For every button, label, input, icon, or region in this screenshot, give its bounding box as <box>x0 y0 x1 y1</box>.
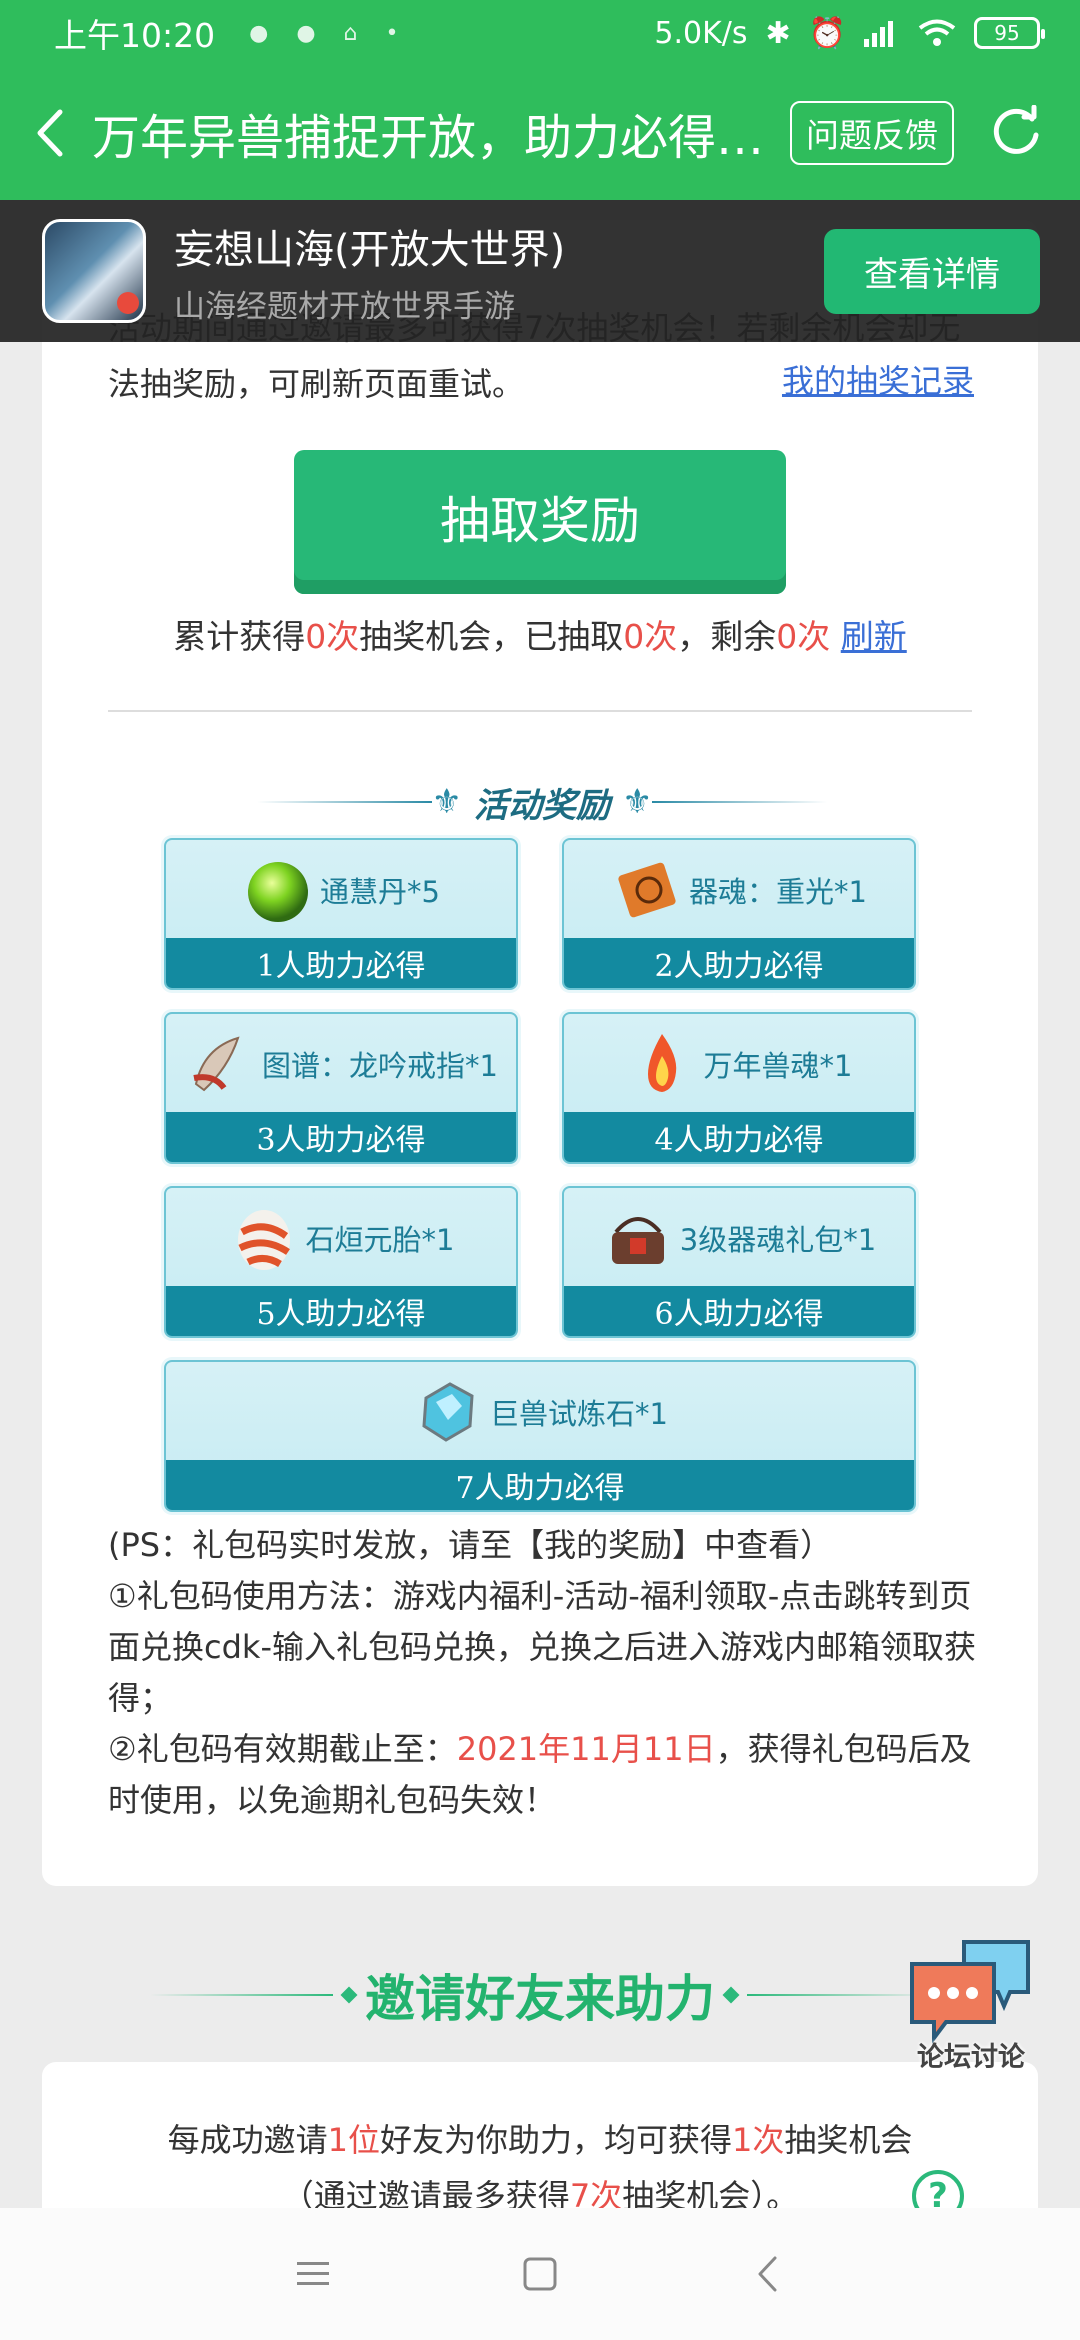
lottery-stats: 累计获得0次抽奖机会，已抽取0次，剩余0次 刷新 <box>42 610 1038 658</box>
flame-soul-icon <box>647 1034 676 1092</box>
signal-icon <box>864 21 893 47</box>
draw-reward-button[interactable]: 抽取奖励 <box>294 450 786 594</box>
ornament-icon: ⚜ <box>622 782 653 822</box>
reward-name: 巨兽试炼石*1 <box>490 1397 668 1431</box>
nav-back-icon[interactable] <box>737 2244 797 2304</box>
refresh-link[interactable]: 刷新 <box>841 617 907 656</box>
stats-text: ，剩余 <box>677 617 777 656</box>
blueprint-icon <box>193 1036 240 1092</box>
divider <box>747 1994 930 1996</box>
scroll-icon <box>618 862 676 918</box>
reward-item: 巨兽试炼石*1 7人助力必得 <box>164 1360 916 1512</box>
alarm-icon: ⏰ <box>808 15 846 51</box>
reward-name: 图谱：龙吟戒指*1 <box>262 1049 498 1083</box>
clock: 上午10:20 <box>54 16 216 55</box>
app-banner: 妄想山海(开放大世界) 山海经题材开放世界手游 查看详情 <box>0 200 1080 342</box>
reward-name: 万年兽魂*1 <box>703 1049 853 1083</box>
remaining-count: 0次 <box>776 617 831 656</box>
page-title: 万年异兽捕捉开放，助力必得… <box>92 110 765 166</box>
menu-icon[interactable] <box>283 2244 343 2304</box>
system-nav-bar <box>0 2208 1080 2340</box>
forum-label: 论坛讨论 <box>917 2042 1025 2073</box>
battery-icon: 95 <box>974 17 1045 49</box>
reward-item: 通慧丹*5 1人助力必得 <box>164 838 518 990</box>
reward-condition: 3人助力必得 <box>166 1112 516 1162</box>
ps-line: ①礼包码使用方法：游戏内福利-活动-福利领取-点击跳转到页面兑换cdk-输入礼包… <box>108 1577 976 1717</box>
reward-item: 器魂：重光*1 2人助力必得 <box>562 838 916 990</box>
reward-condition: 7人助力必得 <box>166 1460 914 1510</box>
invite-reward-count: 1次 <box>732 2121 785 2159</box>
app-name: 妄想山海(开放大世界) <box>174 226 566 273</box>
reward-title: 活动奖励 <box>474 785 610 826</box>
feedback-button[interactable]: 问题反馈 <box>790 101 954 165</box>
notification-icon: ● <box>296 20 316 46</box>
diamond-icon <box>340 1986 358 2004</box>
reward-item: 图谱：龙吟戒指*1 3人助力必得 <box>164 1012 518 1164</box>
reward-condition: 2人助力必得 <box>564 938 914 988</box>
reward-condition: 6人助力必得 <box>564 1286 914 1336</box>
ps-text: ②礼包码有效期截止至： <box>108 1730 457 1768</box>
striped-egg-icon <box>237 1210 290 1270</box>
reward-item: 石烜元胎*1 5人助力必得 <box>164 1186 518 1338</box>
reward-section-header: ⚜ 活动奖励 ⚜ <box>257 772 827 832</box>
expiry-date: 2021年11月11日 <box>456 1730 716 1768</box>
reward-item: 3级器魂礼包*1 6人助力必得 <box>562 1186 916 1338</box>
invite-line: 每成功邀请1位好友为你助力，均可获得1次抽奖机会 <box>42 2112 1038 2168</box>
invite-text: 抽奖机会 <box>784 2121 913 2159</box>
reward-name: 器魂：重光*1 <box>689 875 867 909</box>
total-count: 0次 <box>305 617 360 656</box>
ornament-icon: ⚜ <box>431 782 462 822</box>
bluetooth-icon: ✱ <box>765 15 791 51</box>
refresh-icon[interactable] <box>988 105 1044 161</box>
reward-condition: 5人助力必得 <box>166 1286 516 1336</box>
green-orb-icon <box>248 862 309 922</box>
notification-icons: ● ● ⌂ • <box>249 21 398 46</box>
divider <box>257 801 432 803</box>
basket-icon <box>611 1217 664 1264</box>
invite-section-header: 邀请好友来助力 <box>150 1960 930 2030</box>
wifi-icon <box>918 19 956 46</box>
divider <box>652 801 827 803</box>
my-record-link[interactable]: 我的抽奖记录 <box>782 356 974 402</box>
stats-text: 累计获得 <box>173 617 306 656</box>
app-icon[interactable] <box>42 219 146 323</box>
forum-button[interactable]: 论坛讨论 <box>906 1934 1036 2074</box>
title-bar: 万年异兽捕捉开放，助力必得… 问题反馈 <box>0 66 1080 200</box>
diamond-icon <box>722 1986 740 2004</box>
status-bar: 上午10:20 ● ● ⌂ • 5.0K/s ✱ ⏰ 95 <box>0 0 1080 66</box>
invite-title: 邀请好友来助力 <box>365 1970 715 2028</box>
network-speed: 5.0K/s <box>654 15 748 51</box>
reward-name: 通慧丹*5 <box>320 875 440 909</box>
invite-text: 好友为你助力，均可获得 <box>379 2121 732 2159</box>
home-icon[interactable] <box>510 2244 570 2304</box>
view-details-button[interactable]: 查看详情 <box>824 228 1040 314</box>
back-icon[interactable] <box>24 103 74 163</box>
reward-item: 万年兽魂*1 4人助力必得 <box>562 1012 916 1164</box>
reward-name: 3级器魂礼包*1 <box>679 1223 877 1257</box>
lottery-card: 活动期间通过邀请最多可获得7次抽奖机会！若剩余机会却无法抽奖励，可刷新页面重试。… <box>42 220 1038 1886</box>
reward-name: 石烜元胎*1 <box>305 1223 455 1257</box>
divider <box>108 710 972 712</box>
app-subtitle: 山海经题材开放世界手游 <box>174 288 515 325</box>
invite-text: 每成功邀请 <box>167 2121 328 2159</box>
reward-condition: 4人助力必得 <box>564 1112 914 1162</box>
ps-line: ②礼包码有效期截止至：2021年11月11日，获得礼包码后及时使用，以免逾期礼包… <box>108 1724 988 1826</box>
badge-icon <box>117 292 139 314</box>
invite-count: 1位 <box>327 2121 380 2159</box>
crystal-stone-icon <box>422 1382 474 1442</box>
notification-icon: ⌂ <box>343 20 358 46</box>
chat-bubble-icon <box>910 1940 1030 2044</box>
reward-condition: 1人助力必得 <box>166 938 516 988</box>
notification-icon: • <box>385 20 399 46</box>
ps-line: (PS：礼包码实时发放，请至【我的奖励】中查看） <box>108 1526 833 1564</box>
gift-code-instructions: (PS：礼包码实时发放，请至【我的奖励】中查看） ①礼包码使用方法：游戏内福利-… <box>108 1520 988 1826</box>
drawn-count: 0次 <box>623 617 678 656</box>
stats-text: 抽奖机会，已抽取 <box>359 617 624 656</box>
notification-icon: ● <box>249 20 269 46</box>
divider <box>150 1994 333 1996</box>
